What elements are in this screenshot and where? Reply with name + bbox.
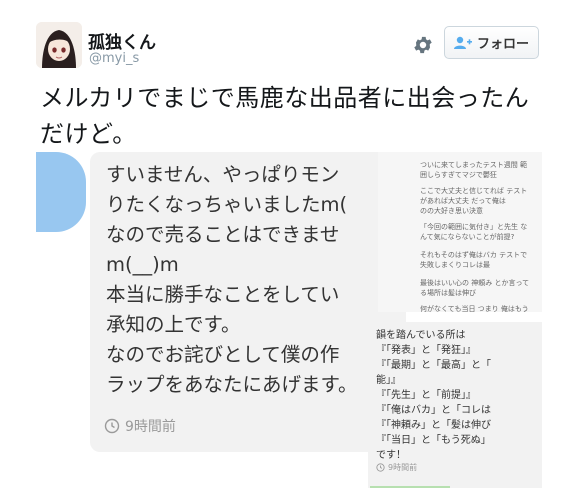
memo-line: それもそのはず俺はバカ テストで bbox=[420, 251, 528, 259]
tweet-media[interactable]: すいません、やっぱりモン りたくなっちゃいましたm( なので売ることはできませ … bbox=[36, 152, 542, 488]
memo-line: 「今回の範囲に気付き」と先生 な bbox=[420, 223, 528, 231]
avatar[interactable] bbox=[36, 22, 82, 68]
memo-line: ついに来てしまったテスト週間 範 bbox=[420, 161, 527, 169]
memo-line: 能」』 bbox=[376, 375, 401, 386]
memo-line: 囲しらすぎてマジで鬱狂 bbox=[420, 171, 497, 179]
chat-line: m(__)m bbox=[106, 253, 179, 276]
memo-line: ここで大丈夫と信じてれば テスト bbox=[420, 187, 528, 195]
memo-group: それもそのはず俺はバカ テストで 失敗しまくりコレは最 bbox=[420, 250, 527, 270]
chat-timestamp: 9時間前 bbox=[104, 416, 176, 436]
follow-button[interactable]: フォロー bbox=[444, 26, 539, 59]
gear-icon[interactable] bbox=[412, 34, 434, 56]
chat-time-label: 9時間前 bbox=[125, 419, 176, 435]
chat-line: ラップをあなたにあげます。 bbox=[106, 373, 358, 396]
memo-message: 韻を踏んでいる所は 『「発表」と「発狂」』 『「最期」と「最高」と「 能」』 『… bbox=[376, 328, 491, 463]
memo-line: る場所は髪は伸び bbox=[420, 289, 476, 297]
chat-line: 承知の上です。 bbox=[106, 313, 241, 336]
chat-message: すいません、やっぱりモン りたくなっちゃいましたm( なので売ることはできませ … bbox=[106, 160, 358, 400]
memo-line: んて気にならないことが前提? bbox=[420, 233, 515, 241]
memo-group: 最後はいい心の 神頼み とか言って る場所は髪は伸び bbox=[420, 278, 529, 298]
chat-line: 本当に勝手なことをしてい bbox=[106, 283, 340, 306]
avatar-image bbox=[36, 22, 82, 68]
user-handle[interactable]: @myi_s bbox=[89, 51, 139, 66]
memo-line: 失敗しまくりコレは最 bbox=[420, 261, 490, 269]
display-name[interactable]: 孤独くん bbox=[88, 28, 156, 53]
chat-line: すいません、やっぱりモン bbox=[106, 163, 340, 186]
memo-line: 『「俺はバカ」と「コレは bbox=[376, 405, 491, 416]
memo-line: 何がなくても当日 つまり 俺はもう bbox=[420, 305, 529, 312]
memo-group: ついに来てしまったテスト週間 範 囲しらすぎてマジで鬱狂 bbox=[420, 160, 527, 180]
clock-icon bbox=[104, 418, 120, 434]
memo-line: のの大好き思い決意 bbox=[420, 207, 483, 215]
memo-line: 『「最期」と「最高」と「 bbox=[376, 360, 491, 371]
divider bbox=[370, 486, 450, 488]
memo-line: があれば大丈夫 だって俺は bbox=[420, 197, 506, 205]
memo-group: 「今回の範囲に気付き」と先生 な んて気にならないことが前提? bbox=[420, 222, 527, 242]
memo-line: 『「神頼み」と「髪は伸び bbox=[376, 420, 491, 431]
chat-bubble: すいません、やっぱりモン りたくなっちゃいましたm( なので売ることはできませ … bbox=[90, 152, 406, 452]
memo-panel-bottom: 韻を踏んでいる所は 『「発表」と「発狂」』 『「最期」と「最高」と「 能」』 『… bbox=[368, 322, 542, 488]
chat-line: なので売ることはできませ bbox=[106, 223, 340, 246]
memo-line: 韻を踏んでいる所は bbox=[376, 330, 466, 341]
memo-line: 『「先生」と「前提」』 bbox=[376, 390, 476, 401]
avatar-bubble-edge bbox=[36, 152, 86, 232]
chat-line: なのでお詫びとして僕の作 bbox=[106, 343, 340, 366]
memo-line: です！ bbox=[376, 450, 406, 461]
memo-time-label: 9時間前 bbox=[388, 463, 418, 472]
memo-group: 何がなくても当日 つまり 俺はもう bbox=[420, 304, 529, 312]
follow-label: フォロー bbox=[476, 37, 529, 52]
memo-panel-top: ついに来てしまったテスト週間 範 囲しらすぎてマジで鬱狂 ここで大丈夫と信じてれ… bbox=[378, 152, 542, 312]
add-user-icon bbox=[453, 36, 472, 49]
clock-icon bbox=[376, 463, 385, 472]
memo-line: 『「発表」と「発狂」』 bbox=[376, 345, 476, 356]
memo-line: 『「当日」と「もう死ぬ」 bbox=[376, 435, 491, 446]
memo-group: ここで大丈夫と信じてれば テスト があれば大丈夫 だって俺は のの大好き思い決意 bbox=[420, 186, 527, 216]
memo-line: 最後はいい心の 神頼み とか言って bbox=[420, 279, 530, 287]
tweet-text: メルカリでまじで馬鹿な出品者に出会ったんだけど。 bbox=[40, 84, 530, 148]
memo-timestamp: 9時間前 bbox=[376, 462, 417, 473]
chat-line: りたくなっちゃいましたm( bbox=[106, 193, 348, 216]
